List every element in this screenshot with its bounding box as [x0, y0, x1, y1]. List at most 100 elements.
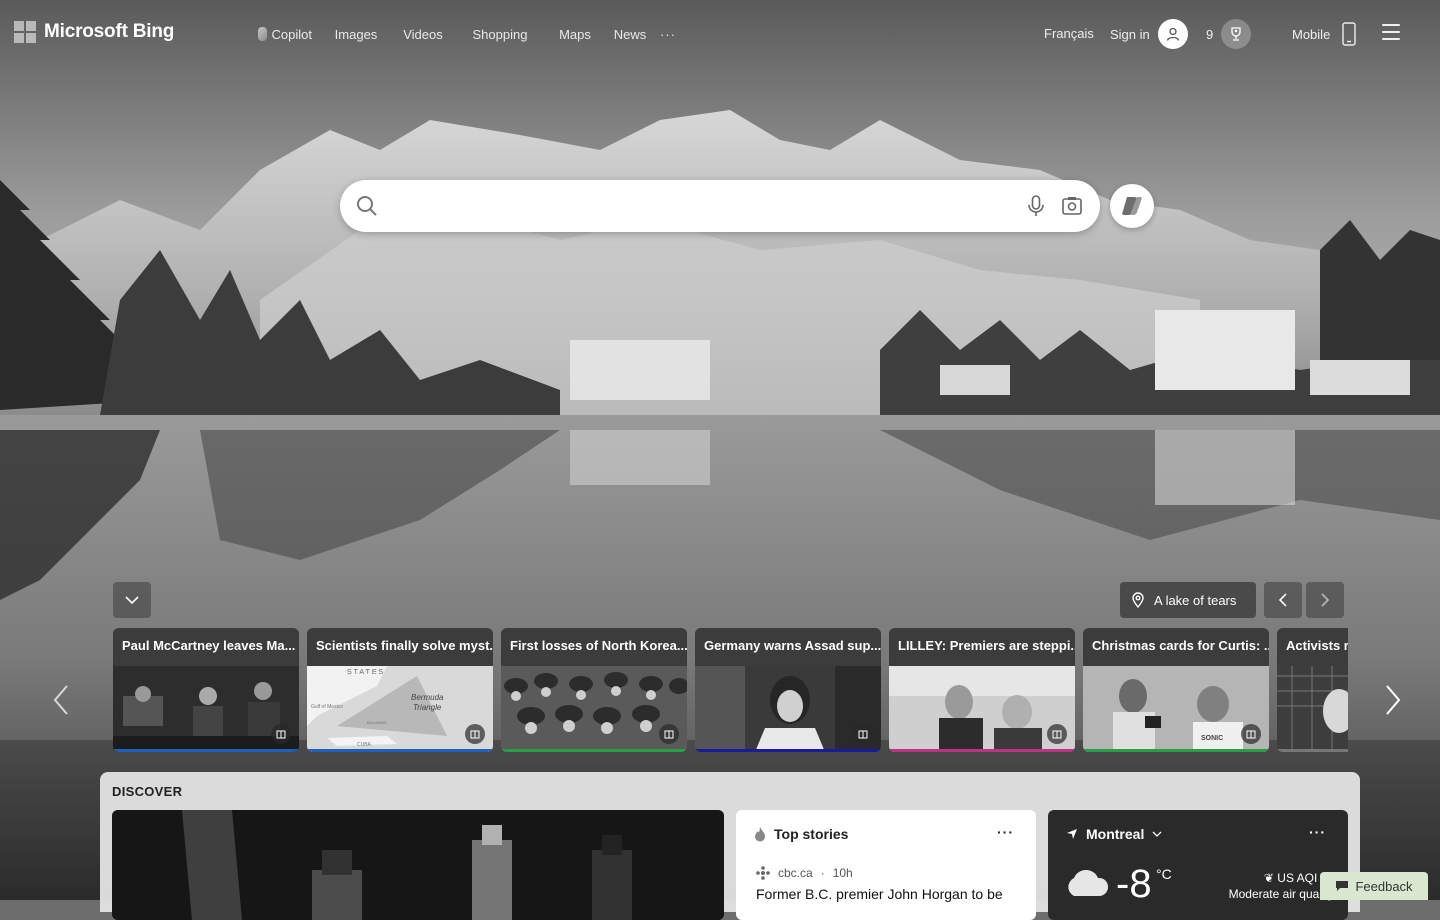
svg-text:CUBA: CUBA [357, 742, 372, 748]
feedback-chat-icon [1336, 881, 1349, 891]
weather-card[interactable]: Montreal ··· -8 °C ❦ US AQI 53 Moderate … [1048, 810, 1348, 920]
phone-icon [1342, 22, 1356, 46]
discover-hero-image [112, 810, 724, 920]
weather-header[interactable]: Montreal [1066, 826, 1162, 842]
mobile-button[interactable]: Mobile [1292, 14, 1356, 54]
news-card-title: Activists re [1277, 628, 1348, 666]
search-input[interactable] [390, 194, 1018, 220]
news-card-image [695, 666, 881, 752]
news-card[interactable]: Christmas cards for Curtis: ... SONIC [1083, 628, 1269, 752]
top-stories-title: Top stories [774, 826, 849, 842]
windows-logo-icon [14, 21, 36, 43]
news-card[interactable]: Paul McCartney leaves Ma... [113, 628, 299, 752]
news-card-image: STATES Bermuda Triangle Gulf of Mexico B… [307, 666, 493, 752]
discover-hero-card[interactable] [112, 810, 724, 920]
location-pin-icon [1132, 592, 1144, 608]
story-age: 10h [832, 866, 853, 880]
bing-logo[interactable]: Microsoft Bing [14, 19, 174, 45]
image-location-button[interactable]: A lake of tears [1120, 582, 1256, 618]
next-image-button[interactable] [1306, 582, 1344, 618]
copilot-icon [258, 27, 267, 41]
news-card[interactable]: Activists re [1277, 628, 1348, 752]
nav-images[interactable]: Images [318, 15, 394, 53]
copilot-icon [1122, 197, 1142, 215]
more-options-button[interactable]: ··· [1309, 824, 1326, 840]
top-nav: Copilot Images Videos Shopping Maps News… [252, 12, 678, 56]
news-card[interactable]: LILLEY: Premiers are steppi... [889, 628, 1075, 752]
visual-search-icon[interactable] [1060, 194, 1084, 218]
read-mode-icon[interactable] [1047, 724, 1067, 744]
more-options-button[interactable]: ··· [997, 824, 1014, 840]
language-link[interactable]: Français [1044, 26, 1094, 41]
weather-city: Montreal [1086, 826, 1145, 842]
carousel-previous-button[interactable] [46, 680, 76, 720]
nav-videos[interactable]: Videos [394, 15, 452, 53]
news-card-image [113, 666, 299, 752]
news-card-accent-bar [1083, 749, 1269, 752]
svg-text:Gulf of Mexico: Gulf of Mexico [311, 704, 343, 710]
nav-copilot[interactable]: Copilot [252, 15, 318, 53]
news-card-title: LILLEY: Premiers are steppi... [889, 628, 1075, 666]
news-card-accent-bar [113, 749, 299, 752]
chevron-down-icon [1152, 831, 1162, 837]
microphone-icon[interactable] [1024, 194, 1048, 218]
nav-maps[interactable]: Maps [548, 15, 602, 53]
weather-unit: °C [1156, 866, 1172, 882]
search-icon[interactable] [356, 195, 378, 217]
svg-text:BAHAMAS: BAHAMAS [367, 720, 387, 725]
feedback-button[interactable]: Feedback [1320, 872, 1428, 900]
cloud-icon [1068, 870, 1109, 896]
svg-text:Bermuda: Bermuda [411, 693, 444, 702]
chevron-down-icon [125, 596, 139, 605]
mobile-label: Mobile [1292, 26, 1331, 42]
news-card[interactable]: Scientists finally solve myst... STATES … [307, 628, 493, 752]
carousel-next-button[interactable] [1374, 680, 1412, 720]
discover-section: DISCOVER Top stories ··· cbc.ca · 10h Fo… [100, 772, 1360, 920]
news-card-image [889, 666, 1075, 752]
news-card-title: Christmas cards for Curtis: ... [1083, 628, 1269, 666]
weather-temperature: -8 [1116, 862, 1152, 906]
user-avatar-icon [1157, 19, 1188, 49]
news-card-image [1277, 666, 1348, 752]
news-card-accent-bar [1277, 749, 1348, 752]
chevron-right-icon [1386, 685, 1401, 715]
news-carousel: Paul McCartney leaves Ma... Scientists f… [113, 628, 1348, 754]
copilot-button[interactable] [1110, 184, 1154, 228]
chevron-left-icon [1278, 593, 1287, 607]
rewards-count: 9 [1206, 26, 1214, 42]
search-box [340, 180, 1100, 232]
news-card[interactable]: First losses of North Korea... [501, 628, 687, 752]
rewards-button[interactable]: 9 [1206, 14, 1252, 54]
news-card-accent-bar [501, 749, 687, 752]
nav-shopping[interactable]: Shopping [452, 15, 548, 53]
news-card-title: Paul McCartney leaves Ma... [113, 628, 299, 666]
sign-in-label: Sign in [1110, 26, 1150, 42]
read-mode-icon[interactable] [1241, 724, 1261, 744]
read-mode-icon[interactable] [271, 724, 291, 744]
news-card[interactable]: Germany warns Assad sup... [695, 628, 881, 752]
sign-in-button[interactable]: Sign in [1110, 14, 1188, 54]
image-location-label: A lake of tears [1154, 592, 1237, 608]
news-card-title: Scientists finally solve myst... [307, 628, 493, 666]
read-mode-icon[interactable] [465, 724, 485, 744]
nav-news[interactable]: News [602, 15, 658, 53]
background-landscape-image [0, 0, 1440, 900]
story-source: cbc.ca · 10h [756, 866, 853, 880]
leaf-icon: ❦ [1263, 871, 1278, 885]
svg-text:SONIC: SONIC [1201, 735, 1223, 742]
previous-image-button[interactable] [1264, 582, 1302, 618]
air-quality: ❦ US AQI 53 Moderate air quality [1229, 870, 1334, 902]
svg-text:Triangle: Triangle [413, 703, 442, 712]
read-mode-icon[interactable] [659, 724, 679, 744]
read-mode-icon[interactable] [853, 724, 873, 744]
trophy-icon [1221, 19, 1252, 49]
nav-more-button[interactable]: ··· [658, 15, 678, 53]
story-source-name: cbc.ca [778, 866, 813, 880]
nav-copilot-label: Copilot [271, 26, 312, 42]
top-stories-card[interactable]: Top stories ··· cbc.ca · 10h Former B.C.… [736, 810, 1036, 920]
news-card-image [501, 666, 687, 752]
menu-hamburger-icon[interactable] [1382, 22, 1400, 42]
collapse-carousel-button[interactable] [113, 582, 151, 618]
chevron-right-icon [1321, 593, 1330, 607]
chevron-left-icon [53, 685, 68, 715]
